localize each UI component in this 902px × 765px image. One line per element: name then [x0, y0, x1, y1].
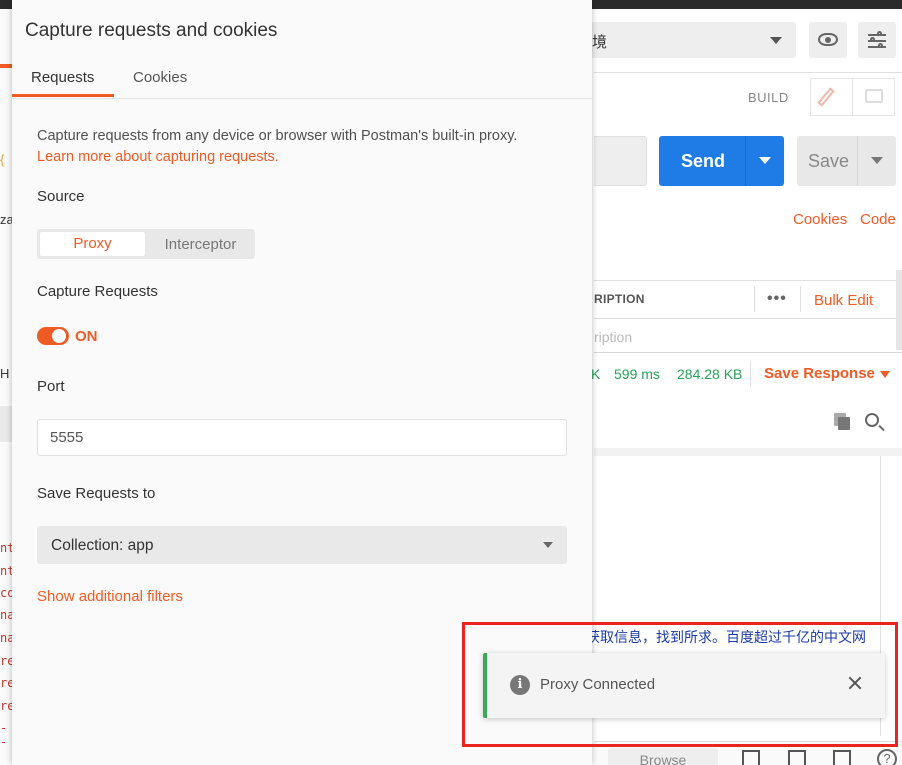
- info-icon: i: [510, 675, 530, 695]
- chevron-down-icon: [770, 37, 782, 44]
- url-input[interactable]: [594, 136, 647, 186]
- save-response-button[interactable]: Save Response: [764, 365, 875, 382]
- capture-description: Capture requests from any device or brow…: [37, 126, 557, 168]
- shortcuts-icon[interactable]: [833, 750, 851, 765]
- capture-modal: Capture requests and cookies Requests Co…: [12, 0, 592, 765]
- collection-value: Collection: app: [51, 537, 154, 554]
- capture-toggle-state: ON: [75, 328, 98, 345]
- show-filters-link[interactable]: Show additional filters: [37, 588, 183, 605]
- header-divider: [594, 72, 902, 73]
- status-code: K: [591, 366, 601, 382]
- two-pane-icon[interactable]: [788, 750, 806, 765]
- capture-requests-label: Capture Requests: [37, 283, 158, 300]
- modal-title: Capture requests and cookies: [25, 20, 278, 41]
- send-label: Send: [681, 151, 726, 171]
- column-separator: [754, 286, 755, 312]
- description-text: Capture requests from any device or brow…: [37, 128, 518, 144]
- params-scrollbar[interactable]: [896, 270, 902, 350]
- chevron-down-icon[interactable]: [880, 371, 890, 378]
- source-option-interceptor[interactable]: Interceptor: [148, 232, 253, 256]
- build-label: BUILD: [748, 90, 789, 105]
- toast-message: Proxy Connected: [540, 676, 656, 693]
- comments-button[interactable]: [852, 78, 895, 116]
- port-label: Port: [37, 378, 65, 395]
- save-label: Save: [808, 151, 850, 171]
- sliders-icon: [868, 31, 886, 49]
- more-options-button[interactable]: •••: [767, 290, 787, 308]
- bootcamp-icon[interactable]: [742, 750, 760, 765]
- header-fragment: H: [0, 366, 10, 381]
- environment-select[interactable]: 境: [580, 22, 796, 58]
- copy-icon[interactable]: [834, 413, 850, 430]
- source-segmented-control: Proxy Interceptor: [37, 229, 255, 259]
- column-separator: [800, 286, 801, 312]
- response-time: 599 ms: [614, 366, 660, 382]
- close-icon[interactable]: [847, 675, 863, 691]
- send-separator: [745, 136, 746, 186]
- url-fragment: {: [0, 152, 5, 167]
- code-link[interactable]: Code: [860, 211, 896, 228]
- browse-button[interactable]: Browse: [608, 748, 718, 765]
- response-size: 284.28 KB: [677, 366, 743, 382]
- port-input[interactable]: [37, 419, 567, 456]
- active-tab-underline: [12, 94, 114, 97]
- help-icon[interactable]: ?: [877, 749, 897, 765]
- capture-toggle[interactable]: [37, 327, 69, 345]
- send-button[interactable]: Send: [659, 136, 784, 186]
- collection-select[interactable]: Collection: app: [37, 526, 567, 564]
- pencil-icon: [817, 87, 835, 107]
- params-top-border: [594, 280, 896, 281]
- source-option-proxy[interactable]: Proxy: [40, 232, 145, 256]
- bulk-edit-link[interactable]: Bulk Edit: [814, 292, 873, 309]
- response-toolbar-bottom: [594, 448, 902, 456]
- status-separator: [750, 361, 751, 387]
- chevron-down-icon[interactable]: [871, 157, 883, 164]
- manage-environments-button[interactable]: [858, 22, 896, 58]
- chevron-down-icon: [543, 542, 553, 548]
- tab-requests[interactable]: Requests: [31, 69, 94, 86]
- tab-bar-border: [12, 98, 592, 99]
- search-icon[interactable]: [865, 413, 879, 427]
- edit-button[interactable]: [810, 78, 853, 116]
- environment-quick-look-button[interactable]: [809, 22, 847, 58]
- source-label: Source: [37, 188, 85, 205]
- description-placeholder[interactable]: ription: [594, 329, 632, 345]
- pane-splitter[interactable]: [594, 352, 902, 353]
- eye-icon: [818, 33, 838, 46]
- description-column-header: RIPTION: [594, 292, 645, 306]
- params-row-border: [594, 318, 896, 319]
- comment-icon: [865, 89, 883, 103]
- tab-cookies[interactable]: Cookies: [133, 69, 187, 86]
- save-button[interactable]: Save: [797, 136, 896, 186]
- chevron-down-icon[interactable]: [759, 157, 771, 164]
- environment-value: 境: [592, 34, 608, 51]
- save-requests-label: Save Requests to: [37, 485, 156, 502]
- response-body-text: 获取信息，找到所求。百度超过千亿的中文网: [586, 630, 866, 646]
- proxy-connected-toast: i Proxy Connected: [483, 653, 885, 718]
- cookies-link[interactable]: Cookies: [793, 211, 847, 228]
- learn-more-link[interactable]: Learn more about capturing requests.: [37, 149, 279, 165]
- save-separator: [857, 136, 858, 186]
